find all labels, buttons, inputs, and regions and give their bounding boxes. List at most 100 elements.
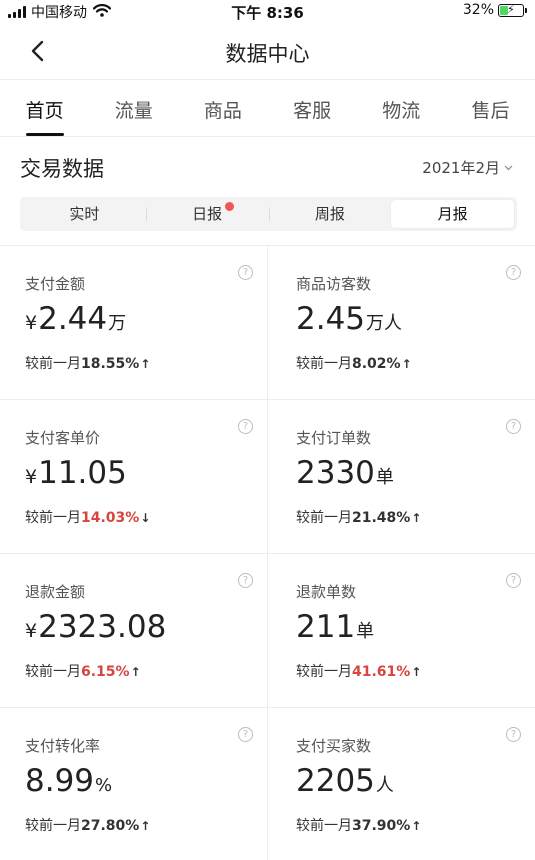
- metric-comparison: 较前一月8.02%↑: [296, 353, 412, 373]
- metric-value: ¥11.05: [25, 455, 127, 491]
- segment-1[interactable]: 日报: [146, 200, 269, 228]
- tab-2[interactable]: 商品: [178, 80, 267, 136]
- status-bar: 中国移动 下午 8:36 32% ⚡: [0, 0, 535, 22]
- help-icon[interactable]: ?: [238, 419, 253, 434]
- metric-label: 退款单数: [296, 583, 357, 601]
- segment-2[interactable]: 周报: [269, 200, 392, 228]
- change-percent: 37.90%: [352, 818, 411, 834]
- metric-unit: 单: [356, 621, 375, 642]
- divider: [0, 136, 535, 137]
- help-icon[interactable]: ?: [506, 265, 521, 280]
- metric-number: 2330: [296, 455, 375, 491]
- segment-label: 日报: [192, 205, 223, 223]
- help-icon[interactable]: ?: [238, 727, 253, 742]
- tab-5[interactable]: 售后: [446, 80, 535, 136]
- tab-0[interactable]: 首页: [0, 80, 89, 136]
- metric-card[interactable]: 退款单数? 211单较前一月41.61%↑: [268, 553, 535, 707]
- arrow-up-icon: ↑: [140, 357, 151, 371]
- change-percent: 21.48%: [352, 510, 411, 526]
- metric-card[interactable]: 商品访客数? 2.45万人 较前一月8.02%↑: [268, 245, 535, 399]
- metric-number: 211: [296, 609, 356, 645]
- tab-4[interactable]: 物流: [357, 80, 446, 136]
- metric-value: 211单: [296, 609, 374, 645]
- metric-unit: 万: [108, 313, 127, 334]
- help-icon[interactable]: ?: [238, 265, 253, 280]
- metric-value: 2.45万人: [296, 301, 402, 337]
- metric-unit: 万人: [366, 313, 403, 334]
- tab-3[interactable]: 客服: [268, 80, 357, 136]
- segment-label: 月报: [437, 205, 468, 223]
- metric-label: 支付订单数: [296, 429, 372, 447]
- help-icon[interactable]: ?: [506, 573, 521, 588]
- metric-unit: %: [95, 775, 113, 796]
- comparison-label: 较前一月: [25, 664, 81, 680]
- metric-number: 2.45: [296, 301, 366, 337]
- chevron-down-icon: [504, 165, 513, 170]
- change-percent: 41.61%: [352, 664, 411, 680]
- metric-card[interactable]: 支付转化率? 8.99% 较前一月27.80%↑: [0, 707, 267, 860]
- status-right: 32% ⚡: [463, 2, 527, 18]
- tab-1[interactable]: 流量: [89, 80, 178, 136]
- change-percent: 18.55%: [81, 356, 140, 372]
- change-percent: 8.02%: [352, 356, 401, 372]
- metric-card[interactable]: 支付金额? ¥2.44万较前一月18.55%↑: [0, 245, 267, 399]
- help-icon[interactable]: ?: [506, 727, 521, 742]
- metric-value: ¥2323.08: [25, 609, 166, 645]
- arrow-up-icon: ↑: [140, 819, 151, 833]
- segment-label: 周报: [314, 205, 345, 223]
- section-title: 交易数据: [20, 157, 104, 181]
- month-value: 2021年2月: [422, 159, 500, 177]
- help-icon[interactable]: ?: [506, 419, 521, 434]
- comparison-label: 较前一月: [296, 356, 352, 372]
- tab-bar: 首页 流量 商品 客服 物流 售后: [0, 80, 535, 136]
- comparison-label: 较前一月: [296, 818, 352, 834]
- metric-label: 支付客单价: [25, 429, 101, 447]
- metric-number: 2.44: [38, 301, 108, 337]
- metric-number: 2323.08: [38, 609, 167, 645]
- segment-3[interactable]: 月报: [391, 200, 514, 228]
- metric-comparison: 较前一月14.03%↓: [25, 507, 150, 527]
- arrow-up-icon: ↑: [130, 665, 141, 679]
- metric-label: 支付金额: [25, 275, 86, 293]
- metric-card[interactable]: 支付客单价? ¥11.05 较前一月14.03%↓: [0, 399, 267, 553]
- help-icon[interactable]: ?: [238, 573, 253, 588]
- metric-number: 11.05: [38, 455, 127, 491]
- segment-label: 实时: [69, 205, 100, 223]
- metric-label: 支付买家数: [296, 737, 372, 755]
- metric-comparison: 较前一月41.61%↑: [296, 661, 421, 681]
- metric-number: 8.99: [25, 763, 95, 799]
- metric-card[interactable]: 支付买家数? 2205人 较前一月37.90%↑: [268, 707, 535, 860]
- currency-symbol: ¥: [25, 312, 38, 334]
- metric-card[interactable]: 退款金额? ¥2323.08 较前一月6.15%↑: [0, 553, 267, 707]
- metric-comparison: 较前一月37.90%↑: [296, 815, 421, 835]
- metric-unit: 人: [375, 775, 394, 796]
- segment-0[interactable]: 实时: [23, 200, 146, 228]
- comparison-label: 较前一月: [25, 818, 81, 834]
- metric-label: 支付转化率: [25, 737, 101, 755]
- change-percent: 6.15%: [81, 664, 130, 680]
- arrow-up-icon: ↑: [411, 819, 422, 833]
- battery-cap: [525, 7, 527, 13]
- period-segment: 实时 日报 周报 月报: [20, 197, 517, 231]
- page-title: 数据中心: [225, 42, 310, 66]
- metric-comparison: 较前一月18.55%↑: [25, 353, 150, 373]
- metric-comparison: 较前一月6.15%↑: [25, 661, 141, 681]
- battery-icon: ⚡: [498, 3, 524, 17]
- battery-percent: 32%: [462, 2, 494, 18]
- comparison-label: 较前一月: [296, 510, 352, 526]
- metric-value: 2330单: [296, 455, 394, 491]
- month-selector[interactable]: 2021年2月: [422, 157, 513, 178]
- metric-card[interactable]: 支付订单数? 2330单较前一月21.48%↑: [268, 399, 535, 553]
- metric-label: 退款金额: [25, 583, 86, 601]
- metric-comparison: 较前一月21.48%↑: [296, 507, 421, 527]
- metric-unit: 单: [375, 467, 394, 488]
- segment-separator: [268, 207, 270, 221]
- comparison-label: 较前一月: [296, 664, 352, 680]
- nav-bar: 数据中心: [0, 28, 535, 74]
- metric-value: 8.99%: [25, 763, 112, 799]
- metric-comparison: 较前一月27.80%↑: [25, 815, 150, 835]
- comparison-label: 较前一月: [25, 510, 81, 526]
- change-percent: 27.80%: [81, 818, 140, 834]
- arrow-up-icon: ↑: [411, 665, 422, 679]
- arrow-up-icon: ↑: [411, 511, 422, 525]
